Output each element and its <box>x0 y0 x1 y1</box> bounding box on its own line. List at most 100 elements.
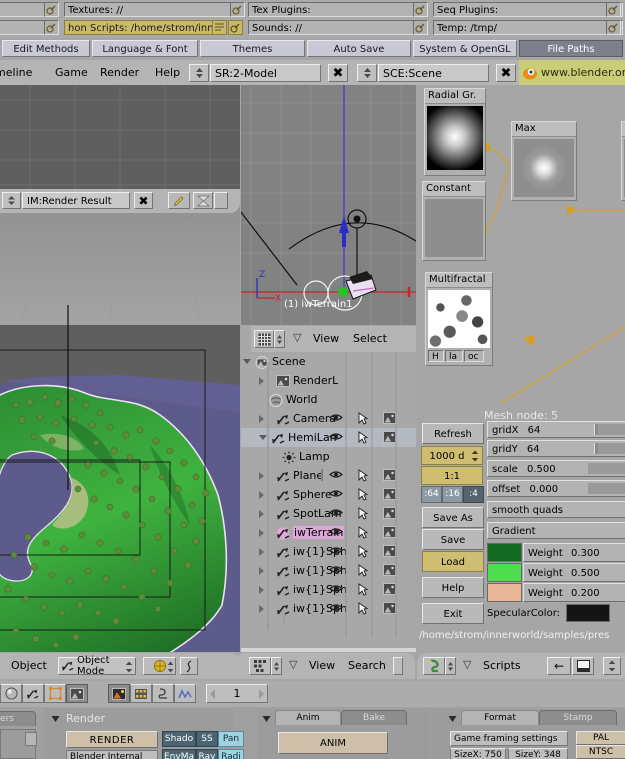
outliner-row-hemilamp[interactable]: HemiLan <box>241 428 416 447</box>
pano-toggle[interactable]: Pan <box>218 731 244 747</box>
disclosure-triangle[interactable] <box>259 547 273 556</box>
browse-icon-2[interactable] <box>230 2 245 17</box>
gradient-button[interactable]: Gradient <box>487 522 625 539</box>
menu-game[interactable]: Game <box>55 66 88 79</box>
restrict-view-icon[interactable] <box>329 526 343 539</box>
tab-stamp[interactable]: Stamp <box>539 710 617 725</box>
image-close-button[interactable]: ✖ <box>134 192 153 209</box>
sounds-path-field[interactable]: Sounds: // <box>248 20 428 35</box>
render-button[interactable]: RENDER <box>66 731 158 748</box>
node-multifractal[interactable]: Multifractal H la oc <box>425 272 493 366</box>
restrict-select-icon[interactable] <box>357 583 370 596</box>
browse-icon-8[interactable] <box>606 20 621 35</box>
scale-slider-track[interactable] <box>588 463 625 474</box>
anim-button[interactable]: ANIM <box>278 732 388 754</box>
mode-selector[interactable]: Object Mode <box>58 655 136 677</box>
size-y-field[interactable]: SizeY: 348 <box>508 748 568 759</box>
disclosure-triangle-open[interactable] <box>243 359 251 364</box>
path-field-blank-1[interactable] <box>0 2 48 17</box>
outliner-row-iwterrain[interactable]: iwTerrain <box>241 523 416 542</box>
extra-header-button[interactable] <box>180 657 198 675</box>
disclosure-triangle-open[interactable] <box>259 435 267 440</box>
view-menu[interactable]: View <box>309 659 335 672</box>
size-x-field[interactable]: SizeX: 750 <box>450 748 506 759</box>
help-button[interactable]: Help <box>422 577 484 598</box>
weight-value-1[interactable]: Weight 0.300 <box>523 543 625 562</box>
ipo-icon-button[interactable] <box>174 684 196 703</box>
scripts-label[interactable]: Scripts <box>483 659 521 672</box>
screen-selector-spin[interactable] <box>189 64 209 82</box>
browse-icon-3[interactable] <box>413 2 428 17</box>
render-toggle-grid[interactable]: Shado SS Pan EnvMa Ray Radi <box>162 731 244 759</box>
restrict-render-icon[interactable] <box>383 602 396 615</box>
weight-value-2[interactable]: Weight 0.500 <box>523 563 625 582</box>
restrict-view-icon[interactable] <box>329 469 343 482</box>
restrict-render-icon[interactable] <box>383 526 396 539</box>
outliner-row-plane[interactable]: Plane <box>241 466 416 485</box>
restrict-view-icon[interactable] <box>329 602 343 615</box>
disclosure-triangle[interactable] <box>259 414 273 423</box>
mf-la-field[interactable]: la <box>445 350 463 362</box>
tab-file-paths[interactable]: File Paths <box>519 40 623 57</box>
outliner-row-iwsphere-4[interactable]: iw{1}Sph <box>241 599 416 618</box>
node-constant[interactable]: Constant <box>422 181 486 261</box>
tab-themes[interactable]: Themes <box>200 40 305 57</box>
outliner-row-camera[interactable]: Camera <box>241 409 416 428</box>
outliner-menu-glyph[interactable]: ▽ <box>293 331 301 344</box>
outliner-area[interactable]: ▽ View Select Scene RenderL World Camera… <box>241 326 416 652</box>
pencil-icon-button[interactable] <box>168 192 190 209</box>
refresh-button[interactable]: Refresh <box>422 423 484 444</box>
disclosure-triangle[interactable] <box>259 604 273 613</box>
ss-toggle[interactable]: SS <box>196 731 218 747</box>
scene-selector-field[interactable]: SCE:Scene <box>378 64 489 82</box>
gridx-slider[interactable]: gridX 64 <box>487 421 625 438</box>
restrict-view-icon[interactable] <box>329 507 343 520</box>
restrict-view-icon[interactable] <box>329 564 343 577</box>
browse-icon-1[interactable] <box>44 2 59 17</box>
node-editor-area[interactable]: Radial Gr. Constant Multifractal H la oc… <box>417 85 625 403</box>
restrict-render-icon[interactable] <box>383 488 396 501</box>
frame-next-icon[interactable] <box>258 689 264 699</box>
outliner-row-iwsphere-3[interactable]: iw{1}Sph <box>241 580 416 599</box>
restrict-view-icon[interactable] <box>329 545 343 558</box>
specular-color-row[interactable]: SpecularColor: <box>487 603 625 623</box>
restrict-render-icon[interactable] <box>383 507 396 520</box>
load-button[interactable]: Load <box>422 551 484 572</box>
render-panel-collapse-icon[interactable] <box>51 715 60 723</box>
save-button[interactable]: Save <box>422 529 484 550</box>
exit-button[interactable]: Exit <box>422 603 484 624</box>
draw-type-selector[interactable] <box>143 657 176 675</box>
outliner-row-renderlayer[interactable]: RenderL <box>241 371 416 390</box>
scripts-window-button[interactable] <box>572 657 594 675</box>
image-name-field[interactable]: IM:Render Result <box>22 192 130 209</box>
node-radial-gradient[interactable]: Radial Gr. <box>424 88 486 176</box>
draw-type-spin-icon[interactable] <box>167 661 174 673</box>
browse-icon-7[interactable] <box>413 20 428 35</box>
radio-toggle[interactable]: Radi <box>218 749 244 759</box>
tab-bake[interactable]: Bake <box>341 710 407 725</box>
restrict-view-icon[interactable] <box>329 431 343 444</box>
python-scripts-path-field[interactable]: hon Scripts: /home/strom/innerworld/src/ <box>64 20 226 35</box>
outliner-row-lamp[interactable]: Lamp <box>241 447 416 466</box>
outliner-footer-menu-glyph[interactable]: ▽ <box>289 658 297 671</box>
viewport-3d-area[interactable]: Z X (1) iwTerrain1 <box>241 85 416 325</box>
outliner-row-world[interactable]: World <box>241 390 416 409</box>
object-menu[interactable]: Object <box>11 659 47 672</box>
scripts-type-icon[interactable] <box>423 657 445 675</box>
disclosure-triangle[interactable] <box>259 490 273 499</box>
specular-color-swatch[interactable] <box>566 604 611 622</box>
outliner-select-menu[interactable]: Select <box>353 332 387 345</box>
lod-toggle-group[interactable]: :64 :16 :4 <box>421 486 484 503</box>
outliner-footer-extra[interactable] <box>393 657 403 675</box>
node-max[interactable]: Max <box>511 121 577 201</box>
restrict-select-icon[interactable] <box>357 507 370 520</box>
restrict-render-icon[interactable] <box>383 431 396 444</box>
tab-format[interactable]: Format <box>461 710 539 725</box>
mf-h-field[interactable]: H <box>428 350 444 362</box>
weight-color-swatch-1[interactable] <box>487 543 522 562</box>
disclosure-triangle[interactable] <box>259 471 273 480</box>
buttons-context-group[interactable] <box>0 684 88 703</box>
scripts-menu-glyph[interactable]: ▽ <box>463 658 471 671</box>
image-browse-spin[interactable] <box>2 192 21 209</box>
restrict-render-icon[interactable] <box>383 583 396 596</box>
